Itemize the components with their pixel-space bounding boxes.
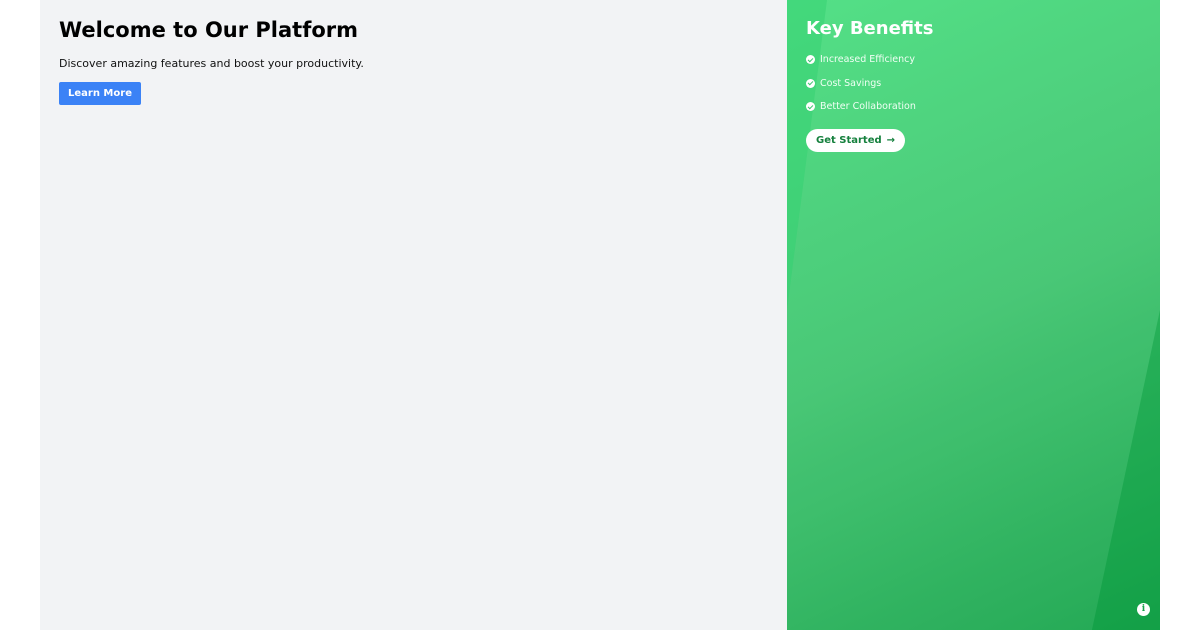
learn-more-button[interactable]: Learn More (59, 82, 141, 105)
benefits-title: Key Benefits (806, 18, 934, 39)
benefit-item: Better Collaboration (806, 95, 1160, 119)
get-started-label: Get Started (816, 134, 882, 146)
check-circle-icon (806, 55, 815, 65)
hero-title: Welcome to Our Platform (59, 18, 359, 42)
benefit-label: Cost Savings (820, 77, 882, 89)
get-started-button[interactable]: Get Started → (806, 128, 906, 152)
page: Welcome to Our Platform Discover amazing… (40, 0, 1160, 630)
hero-subtitle: Discover amazing features and boost your… (59, 57, 364, 70)
info-icon[interactable]: i (1137, 603, 1150, 616)
benefit-label: Better Collaboration (820, 101, 916, 113)
benefits-list: Increased Efficiency Cost Savings Better… (806, 48, 1160, 119)
hero-section: Welcome to Our Platform Discover amazing… (40, 0, 787, 630)
check-circle-icon (806, 102, 815, 112)
benefit-item: Cost Savings (806, 72, 1160, 96)
benefits-panel: Key Benefits Increased Efficiency Cost S… (787, 0, 1160, 630)
check-circle-icon (806, 78, 815, 88)
arrow-right-icon: → (886, 134, 896, 146)
benefit-label: Increased Efficiency (820, 54, 916, 66)
benefit-item: Increased Efficiency (806, 48, 1160, 72)
